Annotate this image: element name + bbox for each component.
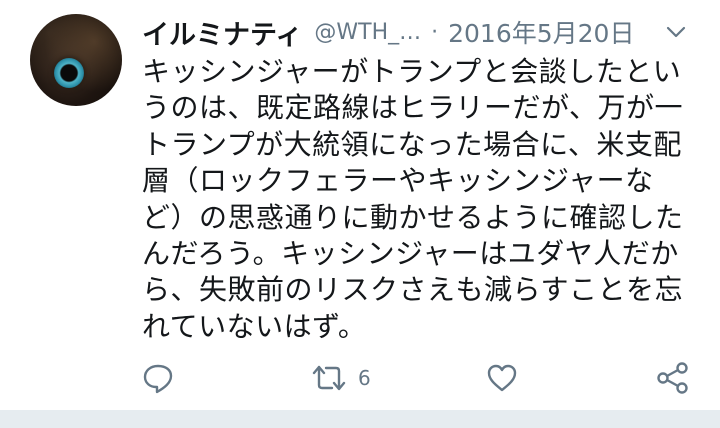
heart-icon bbox=[487, 364, 517, 392]
reply-icon bbox=[143, 364, 173, 394]
share-button[interactable] bbox=[656, 358, 690, 398]
tweet-header: イルミナティ @WTH_… · 2016年5月20日 bbox=[142, 13, 634, 52]
tweet-text-line: うのは、既定路線はヒラリーだが、万が一 bbox=[142, 91, 683, 125]
divider-band bbox=[0, 410, 720, 428]
tweet-actions: 6 bbox=[0, 358, 720, 398]
retweet-button[interactable]: 6 bbox=[310, 358, 371, 398]
like-button[interactable] bbox=[486, 358, 518, 398]
retweet-icon bbox=[312, 365, 346, 391]
reply-button[interactable] bbox=[141, 358, 175, 398]
tweet-text-line: 層（ロックフェラーやキッシンジャーな bbox=[142, 164, 654, 198]
retweet-count: 6 bbox=[358, 366, 371, 390]
display-name[interactable]: イルミナティ bbox=[142, 13, 302, 52]
tweet-date[interactable]: 2016年5月20日 bbox=[448, 14, 634, 50]
tweet-text-line: ら、失敗前のリスクさえも減らすことを忘 bbox=[142, 273, 683, 307]
tweet-text: キッシンジャーがトランプと会談したとい うのは、既定路線はヒラリーだが、万が一 … bbox=[142, 54, 684, 345]
chevron-down-icon[interactable] bbox=[664, 20, 688, 44]
tweet-text-line: キッシンジャーがトランプと会談したとい bbox=[142, 55, 682, 88]
user-handle[interactable]: @WTH_… bbox=[314, 20, 421, 45]
share-icon bbox=[657, 362, 688, 394]
tweet-text-line: トランプが大統領になった場合に、米支配 bbox=[142, 127, 682, 161]
tweet-card[interactable]: イルミナティ @WTH_… · 2016年5月20日 キッシンジャーがトランプと… bbox=[0, 0, 720, 410]
tweet-text-line: れていないはず。 bbox=[142, 309, 367, 343]
avatar[interactable] bbox=[30, 14, 122, 106]
separator-dot: · bbox=[431, 19, 439, 45]
tweet-text-line: んだろう。キッシンジャーはユダヤ人だか bbox=[142, 237, 679, 271]
tweet-text-line: ど）の思惑通りに動かせるように確認した bbox=[142, 200, 684, 234]
avatar-owl-eye bbox=[54, 58, 84, 88]
